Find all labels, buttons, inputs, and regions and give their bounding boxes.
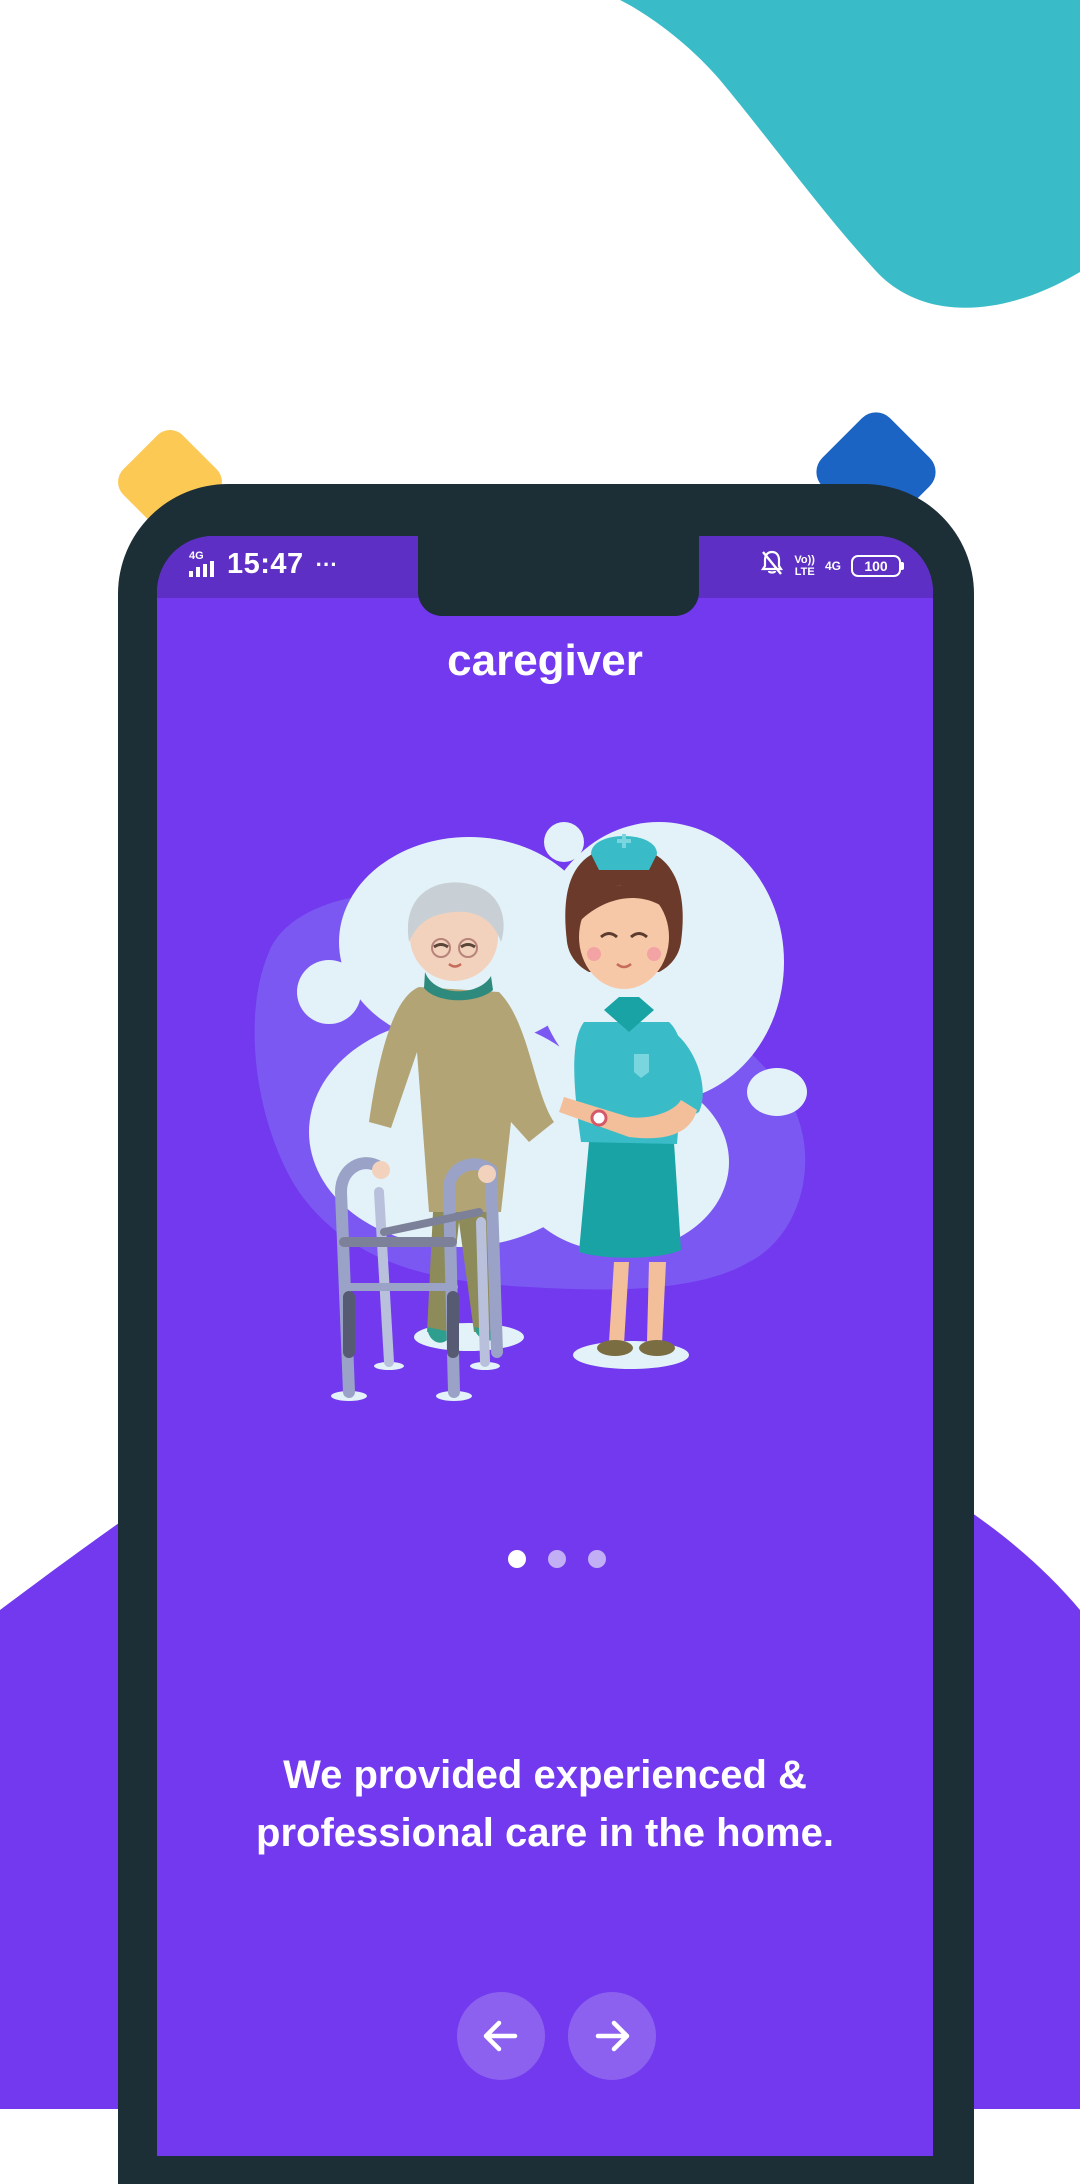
previous-button[interactable] — [457, 1992, 545, 2080]
teal-blob-shape — [620, 0, 1080, 308]
page-dot-2[interactable] — [548, 1550, 566, 1568]
bell-off-icon — [760, 550, 784, 581]
signal-bars — [189, 560, 214, 577]
signal-icon: 4G — [189, 549, 219, 579]
arrow-right-icon — [595, 2020, 630, 2052]
status-more-indicator: ··· — [315, 551, 338, 577]
arrow-left-icon — [483, 2020, 518, 2052]
status-time: 15:47 — [227, 548, 304, 580]
volte-bottom: LTE — [794, 565, 815, 578]
next-button[interactable] — [568, 1992, 656, 2080]
camera-notch — [418, 536, 699, 616]
illustration-bubble — [297, 960, 361, 1024]
network-type-right: 4G — [824, 558, 841, 573]
volte-top: Vo)) — [794, 553, 815, 566]
status-bar: 4G 15:47 ··· Vo)) LTE 4G 100 — [157, 536, 933, 616]
page-dot-1[interactable] — [508, 1550, 526, 1568]
caregiver-with-elderly-woman-illustration — [254, 822, 807, 1401]
volte-indicator: Vo)) LTE — [794, 554, 815, 578]
page-indicator — [508, 1550, 606, 1568]
onboarding-tagline: We provided experienced & professional c… — [256, 1753, 834, 1855]
page-dot-3[interactable] — [588, 1550, 606, 1568]
battery-icon: 100 — [851, 554, 904, 577]
illustration-bubble — [747, 1068, 807, 1116]
phone-screen: 4G 15:47 ··· Vo)) LTE 4G 100 caregiver W… — [157, 536, 933, 2156]
network-type-label: 4G — [189, 549, 204, 562]
status-bar-left: 4G 15:47 ··· — [189, 548, 338, 581]
status-bar-right: Vo)) LTE 4G 100 — [760, 550, 904, 581]
illustration-bubble — [544, 822, 584, 862]
app-title: caregiver — [447, 636, 643, 685]
